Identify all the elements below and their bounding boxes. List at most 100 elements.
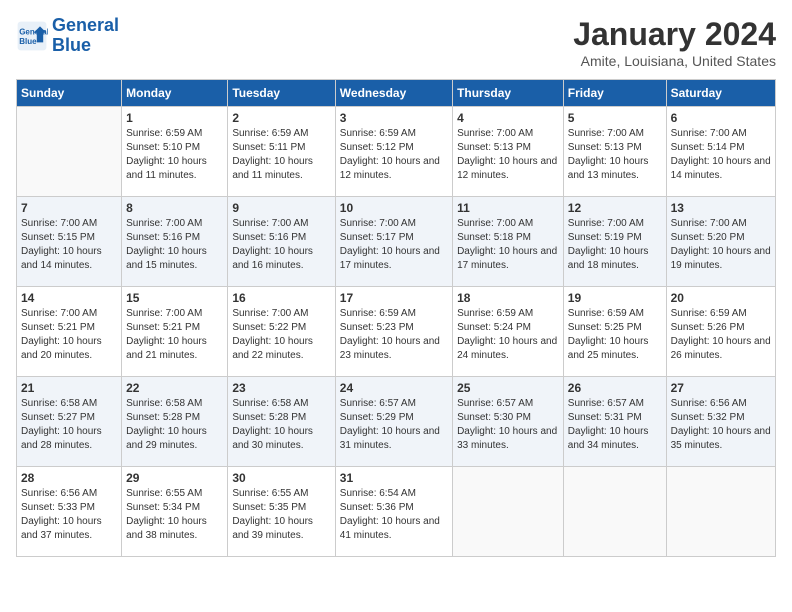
day-cell: 3 Sunrise: 6:59 AMSunset: 5:12 PMDaylight… [335, 107, 452, 197]
day-cell [453, 467, 564, 557]
day-number: 29 [126, 471, 223, 485]
day-cell: 15 Sunrise: 7:00 AMSunset: 5:21 PMDayligh… [122, 287, 228, 377]
day-cell: 14 Sunrise: 7:00 AMSunset: 5:21 PMDayligh… [17, 287, 122, 377]
day-cell: 30 Sunrise: 6:55 AMSunset: 5:35 PMDayligh… [228, 467, 335, 557]
day-number: 19 [568, 291, 662, 305]
col-header-thursday: Thursday [453, 80, 564, 107]
day-info: Sunrise: 7:00 AMSunset: 5:15 PMDaylight:… [21, 217, 117, 273]
day-info: Sunrise: 7:00 AMSunset: 5:17 PMDaylight:… [340, 217, 448, 273]
day-info: Sunrise: 6:57 AMSunset: 5:30 PMDaylight:… [457, 397, 559, 453]
col-header-tuesday: Tuesday [228, 80, 335, 107]
day-cell: 10Sunrise: 7:00 AMSunset: 5:17 PMDayligh… [335, 197, 452, 287]
day-info: Sunrise: 7:00 AMSunset: 5:16 PMDaylight:… [232, 217, 330, 273]
day-number: 26 [568, 381, 662, 395]
day-number: 3 [340, 111, 448, 125]
day-number: 30 [232, 471, 330, 485]
day-cell: 19 Sunrise: 6:59 AMSunset: 5:25 PMDayligh… [563, 287, 666, 377]
day-info: Sunrise: 6:59 AMSunset: 5:11 PMDaylight:… [232, 127, 330, 183]
month-title: January 2024 [573, 16, 776, 53]
day-number: 12 [568, 201, 662, 215]
day-info: Sunrise: 6:59 AMSunset: 5:25 PMDaylight:… [568, 307, 662, 363]
day-number: 27 [671, 381, 771, 395]
day-info: Sunrise: 7:00 AMSunset: 5:13 PMDaylight:… [568, 127, 662, 183]
title-block: January 2024 Amite, Louisiana, United St… [573, 16, 776, 69]
day-number: 17 [340, 291, 448, 305]
day-cell: 27 Sunrise: 6:56 AMSunset: 5:32 PMDayligh… [666, 377, 775, 467]
logo-text: General Blue [52, 16, 119, 56]
day-cell [17, 107, 122, 197]
day-number: 9 [232, 201, 330, 215]
day-info: Sunrise: 6:58 AMSunset: 5:28 PMDaylight:… [126, 397, 223, 453]
day-cell: 22Sunrise: 6:58 AMSunset: 5:28 PMDayligh… [122, 377, 228, 467]
day-info: Sunrise: 6:58 AMSunset: 5:27 PMDaylight:… [21, 397, 117, 453]
day-number: 25 [457, 381, 559, 395]
day-number: 7 [21, 201, 117, 215]
day-cell: 31Sunrise: 6:54 AMSunset: 5:36 PMDayligh… [335, 467, 452, 557]
day-info: Sunrise: 7:00 AMSunset: 5:18 PMDaylight:… [457, 217, 559, 273]
day-cell: 18Sunrise: 6:59 AMSunset: 5:24 PMDayligh… [453, 287, 564, 377]
logo-icon: General Blue [16, 20, 48, 52]
day-cell: 4Sunrise: 7:00 AMSunset: 5:13 PMDaylight… [453, 107, 564, 197]
day-number: 15 [126, 291, 223, 305]
day-info: Sunrise: 6:59 AMSunset: 5:10 PMDaylight:… [126, 127, 223, 183]
day-cell: 9 Sunrise: 7:00 AMSunset: 5:16 PMDaylight… [228, 197, 335, 287]
day-number: 18 [457, 291, 559, 305]
day-number: 21 [21, 381, 117, 395]
day-cell: 21 Sunrise: 6:58 AMSunset: 5:27 PMDayligh… [17, 377, 122, 467]
day-number: 11 [457, 201, 559, 215]
day-cell: 2Sunrise: 6:59 AMSunset: 5:11 PMDaylight… [228, 107, 335, 197]
week-row-2: 7 Sunrise: 7:00 AMSunset: 5:15 PMDaylight… [17, 197, 776, 287]
day-cell: 13 Sunrise: 7:00 AMSunset: 5:20 PMDayligh… [666, 197, 775, 287]
day-cell: 12 Sunrise: 7:00 AMSunset: 5:19 PMDayligh… [563, 197, 666, 287]
day-number: 4 [457, 111, 559, 125]
day-cell: 1Sunrise: 6:59 AMSunset: 5:10 PMDaylight… [122, 107, 228, 197]
day-cell: 26 Sunrise: 6:57 AMSunset: 5:31 PMDayligh… [563, 377, 666, 467]
svg-text:Blue: Blue [19, 37, 37, 46]
col-header-monday: Monday [122, 80, 228, 107]
day-number: 20 [671, 291, 771, 305]
day-info: Sunrise: 7:00 AMSunset: 5:16 PMDaylight:… [126, 217, 223, 273]
day-info: Sunrise: 6:59 AMSunset: 5:12 PMDaylight:… [340, 127, 448, 183]
col-header-sunday: Sunday [17, 80, 122, 107]
day-cell: 25 Sunrise: 6:57 AMSunset: 5:30 PMDayligh… [453, 377, 564, 467]
day-info: Sunrise: 6:57 AMSunset: 5:31 PMDaylight:… [568, 397, 662, 453]
day-cell: 20Sunrise: 6:59 AMSunset: 5:26 PMDayligh… [666, 287, 775, 377]
day-number: 14 [21, 291, 117, 305]
day-info: Sunrise: 6:57 AMSunset: 5:29 PMDaylight:… [340, 397, 448, 453]
day-cell: 7 Sunrise: 7:00 AMSunset: 5:15 PMDaylight… [17, 197, 122, 287]
day-info: Sunrise: 7:00 AMSunset: 5:21 PMDaylight:… [21, 307, 117, 363]
day-number: 5 [568, 111, 662, 125]
day-number: 23 [232, 381, 330, 395]
day-cell: 8 Sunrise: 7:00 AMSunset: 5:16 PMDaylight… [122, 197, 228, 287]
day-number: 16 [232, 291, 330, 305]
day-cell: 29 Sunrise: 6:55 AMSunset: 5:34 PMDayligh… [122, 467, 228, 557]
page-header: General Blue General Blue January 2024 A… [16, 16, 776, 69]
week-row-1: 1Sunrise: 6:59 AMSunset: 5:10 PMDaylight… [17, 107, 776, 197]
day-info: Sunrise: 7:00 AMSunset: 5:19 PMDaylight:… [568, 217, 662, 273]
col-header-wednesday: Wednesday [335, 80, 452, 107]
day-cell: 24 Sunrise: 6:57 AMSunset: 5:29 PMDayligh… [335, 377, 452, 467]
day-info: Sunrise: 7:00 AMSunset: 5:20 PMDaylight:… [671, 217, 771, 273]
col-header-friday: Friday [563, 80, 666, 107]
day-info: Sunrise: 6:54 AMSunset: 5:36 PMDaylight:… [340, 487, 448, 543]
day-cell: 23Sunrise: 6:58 AMSunset: 5:28 PMDayligh… [228, 377, 335, 467]
day-cell: 6Sunrise: 7:00 AMSunset: 5:14 PMDaylight… [666, 107, 775, 197]
day-cell: 17 Sunrise: 6:59 AMSunset: 5:23 PMDayligh… [335, 287, 452, 377]
day-number: 8 [126, 201, 223, 215]
day-info: Sunrise: 7:00 AMSunset: 5:14 PMDaylight:… [671, 127, 771, 183]
day-info: Sunrise: 6:59 AMSunset: 5:23 PMDaylight:… [340, 307, 448, 363]
day-info: Sunrise: 6:56 AMSunset: 5:32 PMDaylight:… [671, 397, 771, 453]
day-cell: 11 Sunrise: 7:00 AMSunset: 5:18 PMDayligh… [453, 197, 564, 287]
day-number: 13 [671, 201, 771, 215]
day-cell: 5 Sunrise: 7:00 AMSunset: 5:13 PMDaylight… [563, 107, 666, 197]
day-cell [563, 467, 666, 557]
day-info: Sunrise: 7:00 AMSunset: 5:21 PMDaylight:… [126, 307, 223, 363]
day-number: 28 [21, 471, 117, 485]
day-info: Sunrise: 6:55 AMSunset: 5:34 PMDaylight:… [126, 487, 223, 543]
day-info: Sunrise: 6:56 AMSunset: 5:33 PMDaylight:… [21, 487, 117, 543]
logo: General Blue General Blue [16, 16, 119, 56]
day-info: Sunrise: 6:55 AMSunset: 5:35 PMDaylight:… [232, 487, 330, 543]
day-number: 24 [340, 381, 448, 395]
week-row-4: 21 Sunrise: 6:58 AMSunset: 5:27 PMDayligh… [17, 377, 776, 467]
col-header-saturday: Saturday [666, 80, 775, 107]
